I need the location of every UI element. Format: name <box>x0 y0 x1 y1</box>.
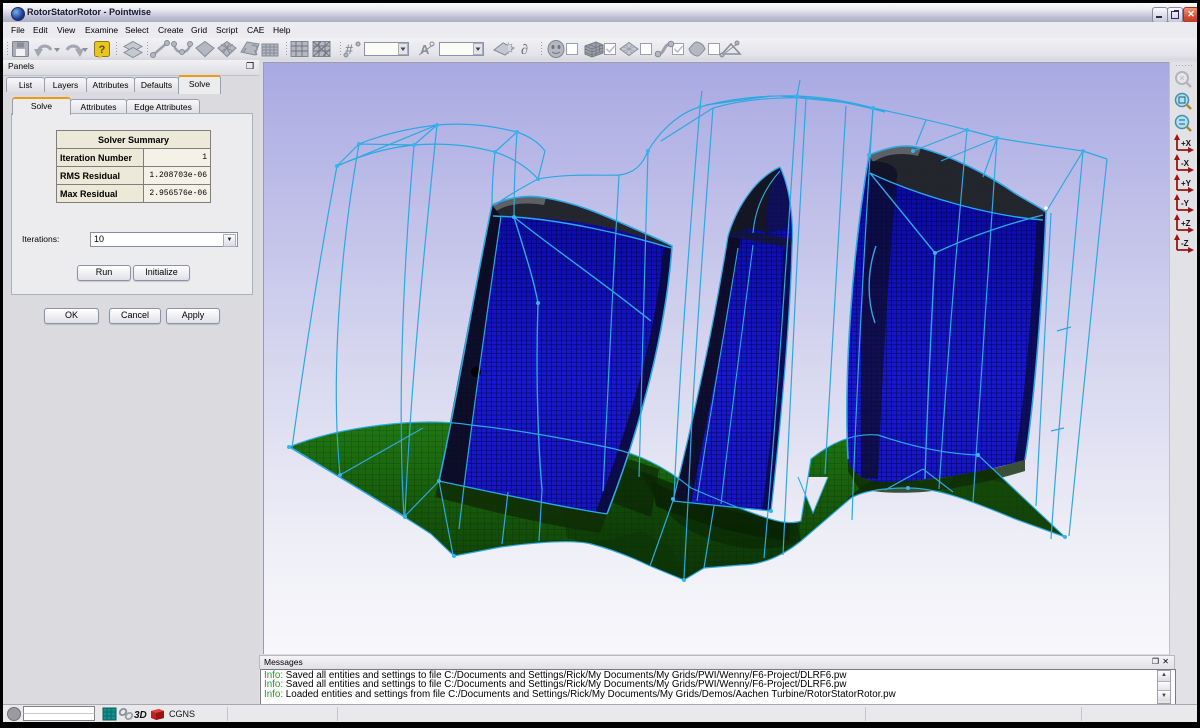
svg-text:CGNS: CGNS <box>169 709 195 719</box>
svg-text:+X: +X <box>1181 139 1192 148</box>
svg-text:+Y: +Y <box>1181 179 1192 188</box>
svg-text:A: A <box>420 42 430 57</box>
svg-text:?: ? <box>99 44 106 56</box>
svg-text:∂: ∂ <box>521 43 528 58</box>
svg-text:-Y: -Y <box>1181 199 1190 208</box>
svg-text:-X: -X <box>1181 159 1190 168</box>
svg-text:+Z: +Z <box>1181 219 1191 228</box>
svg-text:-Z: -Z <box>1181 239 1189 248</box>
svg-text:3D: 3D <box>134 710 147 721</box>
